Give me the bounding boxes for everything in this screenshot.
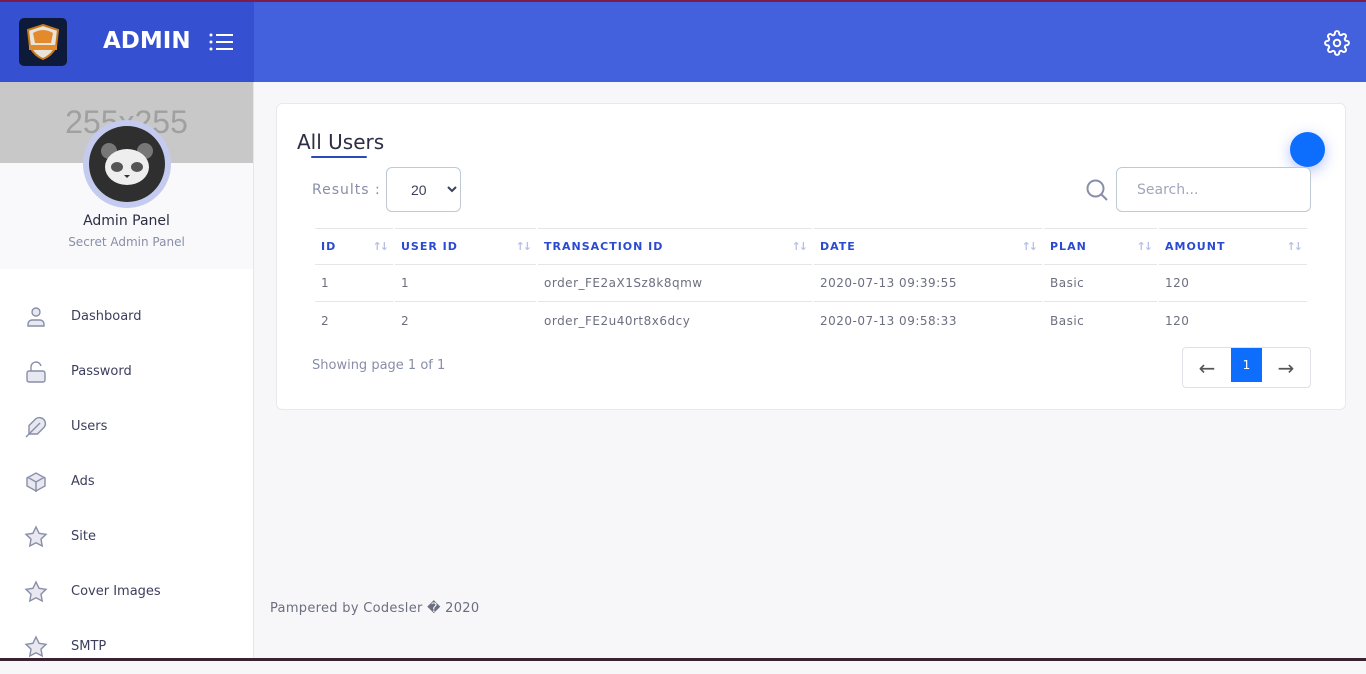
sidebar-item-label: Cover Images: [71, 584, 161, 599]
column-header-transaction-id[interactable]: TRANSACTION ID ↑↓: [538, 228, 812, 265]
footer-text: Pampered by Codesler � 2020: [270, 601, 480, 616]
sidebar-nav: Dashboard Password Users Ads Site Cover …: [0, 269, 253, 674]
cell-plan: Basic: [1050, 313, 1085, 328]
profile-card: Admin Panel Secret Admin Panel: [0, 120, 253, 269]
cell-id: 2: [321, 313, 330, 328]
logo[interactable]: [19, 18, 67, 66]
next-page-button[interactable]: →: [1262, 348, 1310, 387]
unlock-icon: [26, 360, 46, 383]
feather-icon: [25, 416, 47, 437]
sort-icon: ↑↓: [791, 240, 809, 253]
results-per-page-select[interactable]: 20: [386, 167, 461, 212]
sidebar-item-password[interactable]: Password: [0, 344, 253, 399]
sort-icon: ↑↓: [372, 240, 390, 253]
cell-user-id: 2: [401, 313, 410, 328]
table-row: 2 2 order_FE2u40rt8x6dcy 2020-07-13 09:58:3…: [315, 302, 1307, 339]
cell-id: 1: [315, 265, 393, 302]
sidebar-item-label: Site: [71, 529, 96, 544]
sidebar: 255x255 Admin Panel Secret Admin Panel D…: [0, 82, 254, 661]
box-icon: [26, 471, 46, 492]
column-label: TRANSACTION ID: [544, 240, 664, 253]
sidebar-item-users[interactable]: Users: [0, 399, 253, 454]
column-header-user-id[interactable]: USER ID ↑↓: [395, 228, 536, 265]
sort-icon: ↑↓: [1286, 240, 1304, 253]
cell-user-id: 1: [395, 265, 536, 302]
brand-area: ADMIN: [0, 2, 254, 82]
prev-page-button[interactable]: ←: [1183, 348, 1231, 387]
column-label: PLAN: [1050, 240, 1087, 253]
column-header-id[interactable]: ID ↑↓: [315, 228, 393, 265]
column-label: USER ID: [401, 240, 458, 253]
sidebar-item-ads[interactable]: Ads: [0, 454, 253, 509]
search-icon[interactable]: [1085, 178, 1109, 202]
sidebar-item-label: Password: [71, 364, 132, 379]
cell-transaction-id: order_FE2aX1Sz8k8qmw: [538, 265, 812, 302]
pagination-info: Showing page 1 of 1: [312, 358, 446, 373]
cell-amount: 120: [1159, 265, 1307, 302]
title-underline: [311, 156, 367, 158]
column-label: DATE: [820, 240, 856, 253]
star-icon: [24, 579, 48, 602]
user-icon: [27, 306, 45, 327]
top-navbar: ADMIN: [0, 2, 1366, 82]
pagination: ← 1 →: [1182, 347, 1311, 388]
menu-list-icon[interactable]: [209, 32, 233, 52]
star-icon: [24, 634, 48, 657]
avatar: [83, 120, 171, 208]
star-icon: [24, 524, 48, 547]
sidebar-item-label: Ads: [71, 474, 95, 489]
page-title: All Users: [297, 130, 385, 154]
sidebar-item-smtp[interactable]: SMTP: [0, 619, 253, 674]
sidebar-item-dashboard[interactable]: Dashboard: [0, 289, 253, 344]
profile-subtitle: Secret Admin Panel: [68, 235, 185, 249]
sort-icon: ↑↓: [1136, 240, 1154, 253]
cell-amount: 120: [1165, 313, 1190, 328]
profile-name: Admin Panel: [83, 213, 170, 229]
results-label: Results :: [312, 182, 381, 198]
sidebar-item-label: Users: [71, 419, 108, 434]
column-label: ID: [321, 240, 337, 253]
settings-gear-icon[interactable]: [1324, 30, 1350, 56]
cell-transaction-id: order_FE2u40rt8x6dcy: [544, 313, 691, 328]
column-label: AMOUNT: [1165, 240, 1226, 253]
sort-icon: ↑↓: [515, 240, 533, 253]
users-card: All Users Results : 20 ID ↑↓ USER ID ↑↓ TR…: [276, 103, 1346, 410]
column-header-date[interactable]: DATE ↑↓: [814, 228, 1042, 265]
users-table: ID ↑↓ USER ID ↑↓ TRANSACTION ID ↑↓ DATE ↑↓ P…: [313, 228, 1309, 339]
sidebar-item-site[interactable]: Site: [0, 509, 253, 564]
search-input[interactable]: [1116, 167, 1311, 212]
cell-date: 2020-07-13 09:58:33: [820, 313, 957, 328]
cell-plan: Basic: [1044, 265, 1157, 302]
sidebar-item-cover-images[interactable]: Cover Images: [0, 564, 253, 619]
column-header-amount[interactable]: AMOUNT ↑↓: [1159, 228, 1307, 265]
sort-icon: ↑↓: [1021, 240, 1039, 253]
cell-date: 2020-07-13 09:39:55: [814, 265, 1042, 302]
brand-title: ADMIN: [103, 28, 191, 54]
floating-action-dot[interactable]: [1290, 132, 1325, 167]
sidebar-item-label: Dashboard: [71, 309, 142, 324]
column-header-plan[interactable]: PLAN ↑↓: [1044, 228, 1157, 265]
page-1-button[interactable]: 1: [1231, 348, 1262, 382]
table-row: 1 1 order_FE2aX1Sz8k8qmw 2020-07-13 09:39:5…: [315, 265, 1307, 302]
sidebar-item-label: SMTP: [71, 639, 107, 654]
